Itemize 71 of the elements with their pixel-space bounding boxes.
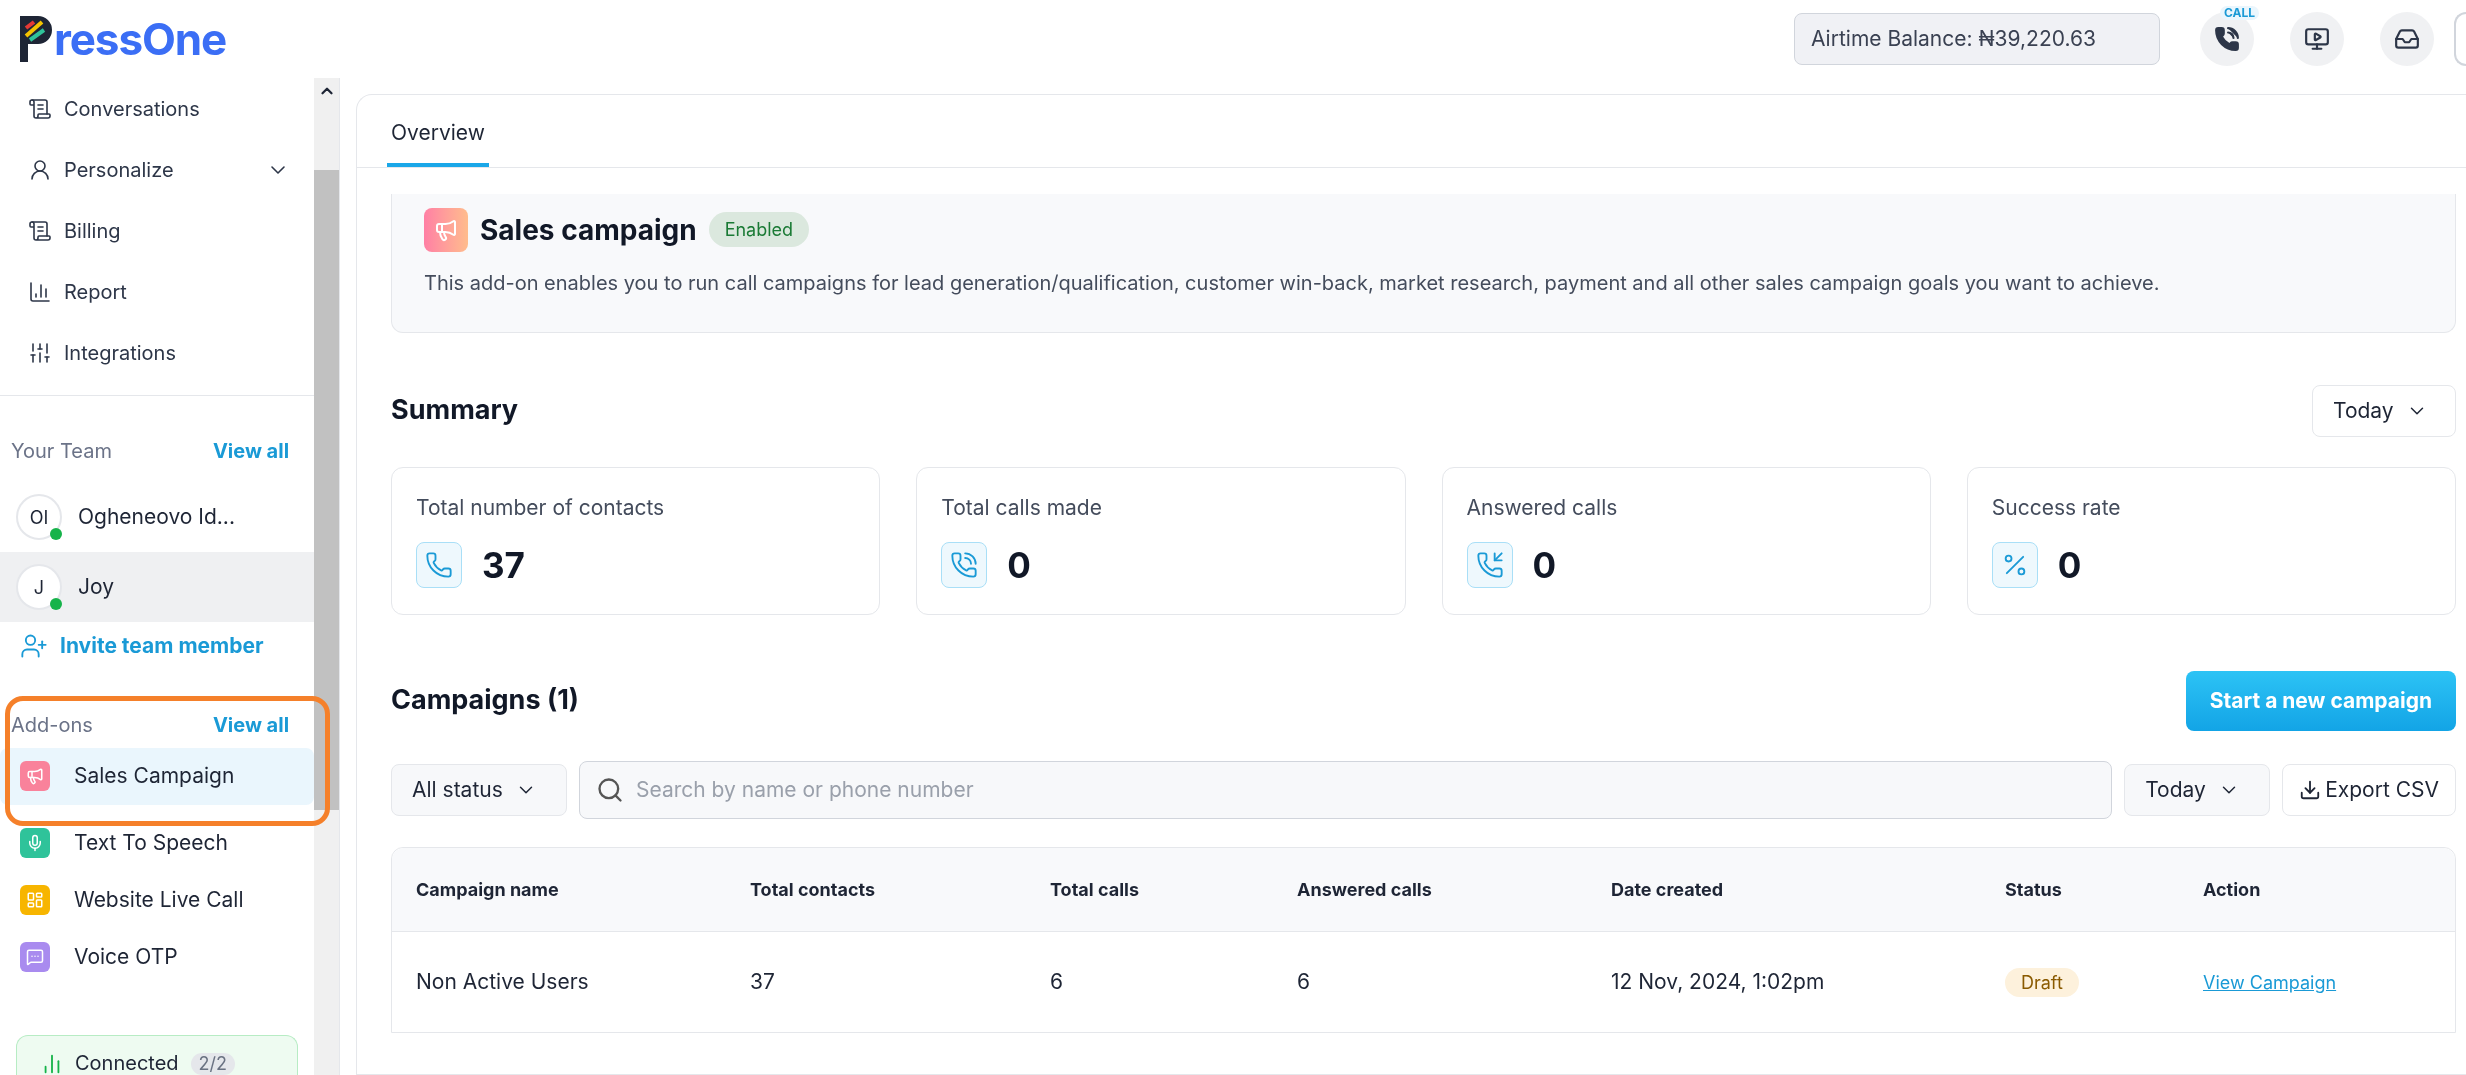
period-dropdown[interactable]: Today: [2124, 763, 2271, 816]
section-title: Your Team: [11, 438, 112, 465]
bar-chart-icon: [28, 279, 52, 304]
status-badge: Draft: [2005, 967, 2079, 997]
status-badge: Enabled: [708, 212, 810, 247]
connection-status: Connected: [75, 1051, 179, 1075]
scrollbar-thumb[interactable]: [314, 170, 339, 810]
column-header: Action: [2203, 877, 2262, 902]
scrollbar[interactable]: [314, 78, 339, 1075]
nav-item[interactable]: Report: [0, 261, 315, 322]
addon-item[interactable]: Text To Speech: [0, 814, 315, 872]
list-icon: [28, 96, 52, 121]
card-label: Success rate: [1991, 493, 2122, 522]
column-header: Date created: [1611, 877, 1725, 902]
addon-title: Sales campaign: [480, 211, 697, 249]
phone-incoming-icon: [1466, 542, 1513, 589]
logo[interactable]: ressOne: [16, 14, 227, 64]
table-cell-text: 6: [1297, 967, 1312, 996]
section-title: Summary: [391, 392, 519, 429]
card-value: 0: [1007, 543, 1031, 588]
avatar: OI: [16, 494, 62, 540]
list-icon: [28, 218, 52, 243]
status-dropdown[interactable]: All status: [391, 763, 567, 816]
monitor-play-icon: [2304, 26, 2330, 52]
addon-item[interactable]: Sales Campaign: [0, 747, 315, 805]
phone-call-icon: [941, 542, 988, 589]
member-name: Ogheneovo Id...: [78, 503, 235, 532]
card-label: Answered calls: [1466, 493, 1619, 522]
search-field[interactable]: Search by name or phone number: [579, 760, 2113, 819]
megaphone-icon: [424, 207, 468, 252]
addon-description: This add-on enables you to run call campaigns for lead generation/qualification, customer win-back, market research, payment and all other sales campaign goals you want to achieve.: [424, 269, 2161, 297]
table-cell-text: 12 Nov, 2024, 1:02pm: [1611, 967, 1826, 996]
nav-item[interactable]: Conversations: [0, 78, 315, 139]
table-cell-text: 6: [1050, 967, 1065, 996]
column-header: Total contacts: [750, 877, 876, 902]
download-icon: [2299, 778, 2322, 801]
export-button[interactable]: Export CSV: [2282, 763, 2456, 816]
search-input[interactable]: Search by name or phone number: [636, 773, 2096, 806]
member-name: Joy: [78, 573, 114, 602]
column-header: Campaign name: [416, 877, 560, 902]
card-label: Total number of contacts: [416, 493, 666, 522]
table-cell-text: 37: [750, 967, 776, 996]
section-title: Add-ons: [11, 711, 93, 739]
section-title: Campaigns (1): [391, 682, 579, 719]
percent-icon: [1991, 542, 2038, 589]
connection-count: 2/2: [190, 1053, 236, 1075]
card-label: Total calls made: [941, 493, 1103, 522]
table-cell-text: Non Active Users: [416, 967, 590, 996]
inbox-icon: [2394, 26, 2420, 52]
user-icon: [28, 157, 52, 182]
column-header: Answered calls: [1297, 877, 1433, 902]
phone-call-icon: [2214, 26, 2240, 52]
nav-item[interactable]: Personalize: [0, 139, 315, 200]
column-header: Total calls: [1050, 877, 1140, 902]
avatar: J: [16, 564, 62, 610]
card-value: 0: [1532, 543, 1557, 588]
nav-item[interactable]: Integrations: [0, 322, 315, 383]
search-icon: [596, 775, 624, 804]
nav-item[interactable]: Billing: [0, 200, 315, 261]
sliders-icon: [28, 340, 52, 365]
addon-item[interactable]: Voice OTP: [0, 928, 315, 986]
airtime-balance: Airtime Balance: ₦39,220.63: [1794, 13, 2160, 65]
card-value: 0: [2057, 543, 2082, 588]
column-header: Status: [2005, 877, 2063, 902]
call-badge: CALL: [2220, 6, 2260, 20]
team-member[interactable]: J Joy: [0, 552, 315, 622]
addon-item[interactable]: Website Live Call: [0, 871, 315, 929]
card-value: 37: [482, 543, 525, 588]
period-dropdown[interactable]: Today: [2312, 384, 2456, 437]
tab[interactable]: Overview: [387, 117, 489, 167]
phone-icon: [416, 542, 462, 589]
